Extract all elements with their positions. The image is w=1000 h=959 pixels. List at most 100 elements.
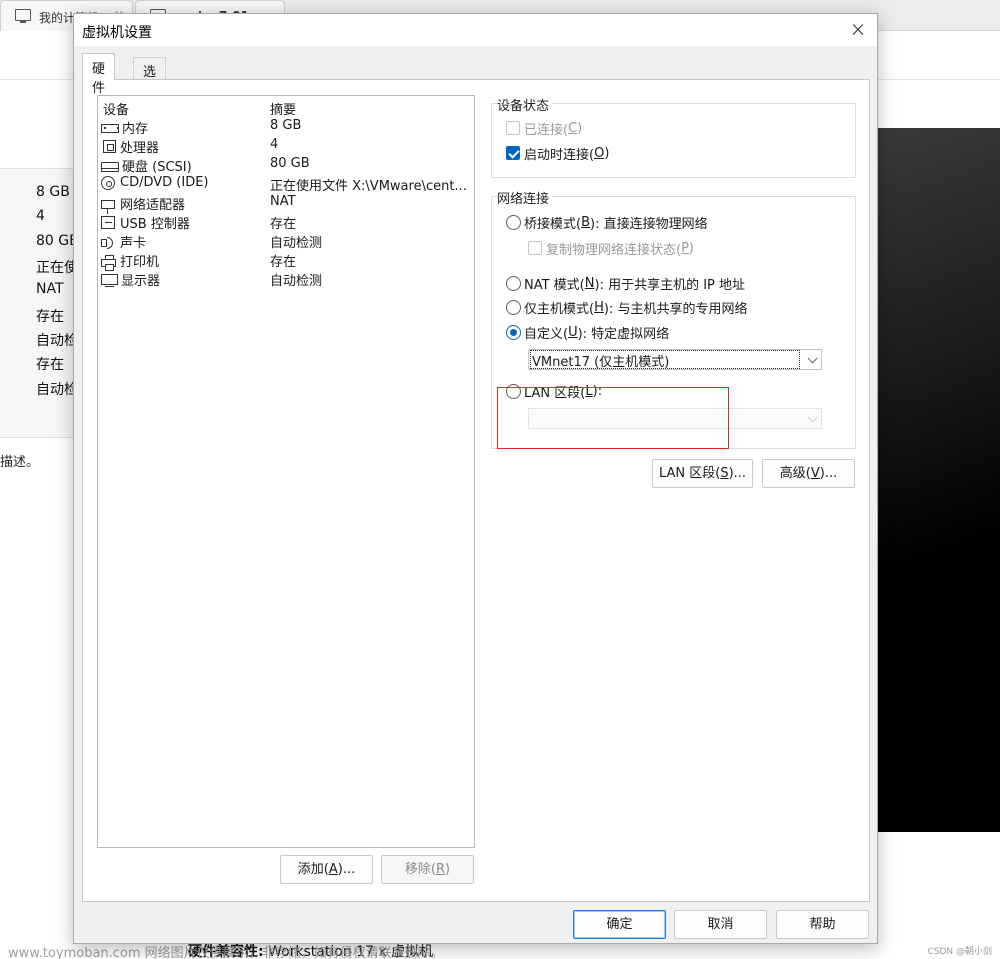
device-row-sound-card[interactable]: 声卡 自动检测 xyxy=(100,231,472,251)
option-text-tail: ): 特定虚拟网络 xyxy=(577,326,670,342)
sound-card-icon xyxy=(101,235,115,249)
device-status-title: 设备状态 xyxy=(497,95,553,114)
device-status-group xyxy=(491,103,856,178)
replicate-physical-state-checkbox[interactable]: 复制物理网络连接状态(P) xyxy=(528,239,694,258)
processor-icon xyxy=(103,140,116,153)
option-text: 自定义( xyxy=(524,326,569,342)
device-name-cell: 硬盘 (SCSI) xyxy=(101,156,192,175)
tab-options[interactable]: 选项 xyxy=(133,57,167,99)
device-row-display[interactable]: 显示器 自动检测 xyxy=(100,269,472,289)
button-text-tail: )... xyxy=(337,862,356,877)
printer-icon xyxy=(101,254,116,271)
device-summary: 自动检测 xyxy=(270,236,323,251)
button-text-tail: )... xyxy=(819,466,838,481)
device-row-usb-controller[interactable]: USB 控制器 存在 xyxy=(100,212,472,232)
radio-button xyxy=(506,214,521,230)
device-name-cell: 网络适配器 xyxy=(101,194,186,214)
device-row-printer[interactable]: 打印机 存在 xyxy=(100,250,472,271)
device-name: 硬盘 (SCSI) xyxy=(122,160,192,175)
device-name-cell: 声卡 xyxy=(101,232,146,251)
option-text: 仅主机模式( xyxy=(524,301,595,317)
help-button[interactable]: 帮助 xyxy=(776,910,869,939)
background-summary-value: 自动检 xyxy=(36,333,78,349)
device-row-processor[interactable]: 处理器 4 xyxy=(100,136,472,156)
device-name: 内存 xyxy=(122,122,149,137)
column-header-device: 设备 xyxy=(103,103,130,118)
radio-bridged[interactable]: 桥接模式(B): 直接连接物理网络 xyxy=(506,213,708,232)
option-text: 已连接( xyxy=(524,122,569,138)
radio-lan-segment[interactable]: LAN 区段(L): xyxy=(506,382,603,401)
radio-custom[interactable]: 自定义(U): 特定虚拟网络 xyxy=(506,323,670,342)
background-summary-value: 4 xyxy=(36,208,45,224)
tab-hardware[interactable]: 硬件 xyxy=(82,53,116,96)
vm-settings-dialog: 虚拟机设置 硬件 选项 设备 摘要 内存 8 GB 处理器 4 硬盘 (SCSI… xyxy=(73,13,878,944)
radio-nat[interactable]: NAT 模式(N): 用于共享主机的 IP 地址 xyxy=(506,274,745,293)
device-summary: 8 GB xyxy=(270,118,302,133)
dialog-title: 虚拟机设置 xyxy=(82,25,152,41)
dialog-titlebar[interactable]: 虚拟机设置 xyxy=(74,14,877,46)
button-accel-key: V xyxy=(810,466,820,481)
device-name: 声卡 xyxy=(120,236,147,251)
usb-controller-icon xyxy=(101,216,115,229)
lan-segments-button[interactable]: LAN 区段(S)... xyxy=(652,459,753,488)
radio-host-only[interactable]: 仅主机模式(H): 与主机共享的专用网络 xyxy=(506,298,747,317)
device-name: 处理器 xyxy=(120,141,160,156)
button-text: LAN 区段( xyxy=(658,466,721,481)
computer-icon xyxy=(15,9,31,23)
option-text-tail: ) xyxy=(577,120,583,136)
connect-at-power-on-checkbox[interactable]: 启动时连接(O) xyxy=(506,144,609,163)
background-summary-value: 存在 xyxy=(36,309,64,325)
option-text-tail: ): 直接连接物理网络 xyxy=(590,216,708,232)
device-row-hard-disk[interactable]: 硬盘 (SCSI) 80 GB xyxy=(100,155,472,175)
checkmark-icon xyxy=(506,146,520,160)
remove-device-button[interactable]: 移除(R) xyxy=(381,855,474,884)
button-text-tail: ) xyxy=(445,862,451,877)
option-accel-key: P xyxy=(681,240,689,256)
device-name-cell: USB 控制器 xyxy=(101,213,190,232)
device-name: 网络适配器 xyxy=(120,198,186,213)
ok-button[interactable]: 确定 xyxy=(573,910,666,939)
option-accel-key: U xyxy=(568,324,578,340)
device-name-cell: 打印机 xyxy=(101,251,159,271)
option-accel-key: O xyxy=(594,145,605,161)
cd-dvd-icon xyxy=(101,175,115,190)
device-name: CD/DVD (IDE) xyxy=(120,175,209,190)
add-device-button[interactable]: 添加(A)... xyxy=(280,855,373,884)
chevron-down-icon xyxy=(807,353,818,364)
preview-shading xyxy=(878,128,1000,832)
option-text: LAN 区段( xyxy=(524,385,586,401)
option-text-tail: ): xyxy=(592,383,603,399)
option-text-tail: ) xyxy=(688,240,694,256)
hardware-tab-panel: 设备 摘要 内存 8 GB 处理器 4 硬盘 (SCSI) 80 GB CD/D… xyxy=(82,79,870,902)
custom-network-value: VMnet17 (仅主机模式) xyxy=(530,350,800,370)
cancel-button[interactable]: 取消 xyxy=(674,910,767,939)
device-row-network-adapter[interactable]: 网络适配器 NAT xyxy=(100,193,472,214)
device-summary: 存在 xyxy=(270,255,297,270)
device-name-cell: 内存 xyxy=(101,118,148,137)
checkbox-box xyxy=(528,241,542,255)
watermark: www.toymoban.com 网络图片仅供展示，非存储，如有侵权请联系删除。 xyxy=(8,946,444,959)
device-list[interactable]: 设备 摘要 内存 8 GB 处理器 4 硬盘 (SCSI) 80 GB CD/D… xyxy=(97,95,475,848)
network-connection-title: 网络连接 xyxy=(497,188,553,207)
option-text: 桥接模式( xyxy=(524,216,582,232)
device-row-memory[interactable]: 内存 8 GB xyxy=(100,117,472,137)
vm-preview-thumbnail[interactable] xyxy=(878,128,1000,832)
device-name: USB 控制器 xyxy=(120,217,190,232)
custom-network-select[interactable]: VMnet17 (仅主机模式) xyxy=(528,349,822,370)
display-icon xyxy=(101,274,118,288)
checkbox-box xyxy=(506,121,520,135)
close-button[interactable] xyxy=(837,14,877,46)
advanced-button[interactable]: 高级(V)... xyxy=(762,459,855,488)
csdn-watermark: CSDN @朝小剑 xyxy=(927,947,992,957)
lan-segment-select[interactable] xyxy=(528,408,822,429)
radio-button xyxy=(506,299,521,315)
button-text: 高级( xyxy=(779,466,811,481)
button-accel-key: S xyxy=(720,466,729,481)
chevron-down-icon xyxy=(807,412,818,423)
background-summary-value: 自动检 xyxy=(36,382,78,398)
device-row-cd-dvd[interactable]: CD/DVD (IDE) 正在使用文件 X:\VMware\cent... xyxy=(100,174,472,194)
option-accel-key: B xyxy=(581,214,590,230)
device-summary: 正在使用文件 X:\VMware\cent... xyxy=(270,179,467,194)
connected-checkbox[interactable]: 已连接(C) xyxy=(506,119,583,138)
device-summary: NAT xyxy=(270,194,296,209)
